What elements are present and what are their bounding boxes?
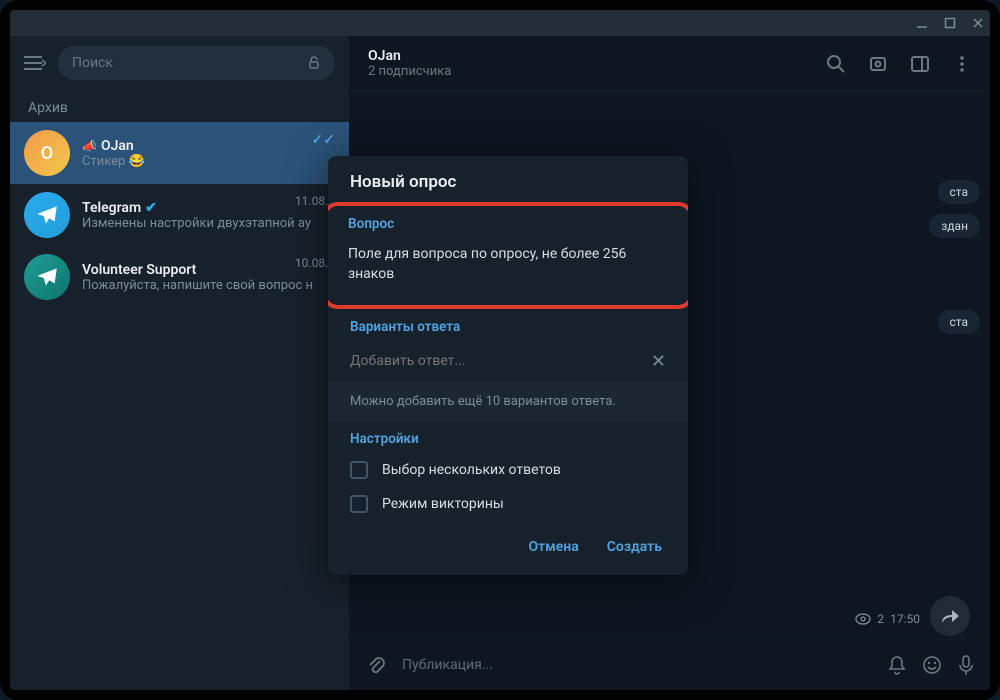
create-button[interactable]: Создать — [607, 539, 662, 555]
question-highlight: Вопрос Поле для вопроса по опросу, не бо… — [328, 202, 688, 309]
chat-header-title[interactable]: OJan — [368, 48, 826, 64]
chat-title: Volunteer Support — [82, 262, 196, 278]
app-window: Поиск Архив O 📣 OJan Стикер 😂 ✓✓ — [10, 10, 990, 690]
avatar — [24, 254, 70, 300]
answers-label: Варианты ответа — [328, 309, 688, 341]
menu-icon[interactable] — [24, 55, 46, 71]
notification-icon[interactable] — [888, 655, 906, 675]
settings-label: Настройки — [328, 421, 688, 453]
search-input[interactable]: Поиск — [58, 46, 335, 80]
chat-title: OJan — [101, 138, 134, 154]
minimize-button[interactable] — [916, 17, 928, 29]
emoji-icon[interactable] — [922, 655, 942, 675]
more-icon[interactable] — [952, 54, 972, 74]
question-input[interactable]: Поле для вопроса по опросу, не более 256… — [328, 238, 688, 303]
eye-icon — [855, 613, 871, 625]
chat-item-support[interactable]: Volunteer Support Пожалуйста, напишите с… — [10, 246, 349, 308]
answers-hint: Можно добавить ещё 10 вариантов ответа. — [328, 382, 688, 421]
answer-input[interactable] — [350, 353, 651, 369]
setting-quiz[interactable]: Режим викторины — [328, 487, 688, 521]
message-pill: здан — [929, 214, 980, 238]
view-count: 2 17:50 — [855, 612, 920, 626]
share-button[interactable] — [930, 596, 970, 636]
titlebar — [10, 10, 990, 36]
chat-header: OJan 2 подписчика — [350, 36, 990, 92]
attach-icon[interactable] — [366, 655, 386, 675]
read-check-icon: ✓✓ — [312, 132, 335, 148]
megaphone-icon: 📣 — [82, 139, 97, 153]
setting-label: Режим викторины — [382, 496, 504, 512]
avatar: O — [24, 130, 70, 176]
verified-icon: ✔ — [145, 200, 157, 216]
mic-icon[interactable] — [958, 654, 974, 676]
avatar — [24, 192, 70, 238]
composer: Публикация... — [350, 638, 990, 690]
chat-item-telegram[interactable]: Telegram ✔ Изменены настройки двухэтапно… — [10, 184, 349, 246]
checkbox[interactable] — [350, 495, 368, 513]
stream-icon[interactable] — [868, 54, 888, 74]
setting-multiple[interactable]: Выбор нескольких ответов — [328, 453, 688, 487]
question-label: Вопрос — [328, 206, 688, 238]
setting-label: Выбор нескольких ответов — [382, 462, 561, 478]
chat-subtitle: Стикер 😂 — [82, 154, 335, 169]
checkbox[interactable] — [350, 461, 368, 479]
message-pill: ста — [938, 310, 981, 334]
lock-icon — [307, 56, 321, 70]
search-placeholder: Поиск — [72, 55, 113, 71]
chat-item-ojan[interactable]: O 📣 OJan Стикер 😂 ✓✓ — [10, 122, 349, 184]
maximize-button[interactable] — [944, 17, 956, 29]
search-icon[interactable] — [826, 54, 846, 74]
message-pill: ста — [938, 180, 981, 204]
dialog-title: Новый опрос — [328, 156, 688, 202]
chat-subtitle: Пожалуйста, напишите свой вопрос н — [82, 278, 335, 293]
cancel-button[interactable]: Отмена — [528, 539, 578, 555]
composer-input[interactable]: Публикация... — [402, 657, 872, 673]
new-poll-dialog: Новый опрос Вопрос Поле для вопроса по о… — [328, 156, 688, 575]
archive-label[interactable]: Архив — [10, 90, 349, 122]
close-icon[interactable]: ✕ — [651, 351, 666, 372]
chat-subtitle: Изменены настройки двухэтапной ау — [82, 216, 335, 231]
chat-title: Telegram — [82, 200, 141, 216]
chat-header-subtitle: 2 подписчика — [368, 64, 826, 79]
close-button[interactable] — [972, 17, 984, 29]
sidepanel-icon[interactable] — [910, 54, 930, 74]
sidebar: Поиск Архив O 📣 OJan Стикер 😂 ✓✓ — [10, 36, 350, 690]
